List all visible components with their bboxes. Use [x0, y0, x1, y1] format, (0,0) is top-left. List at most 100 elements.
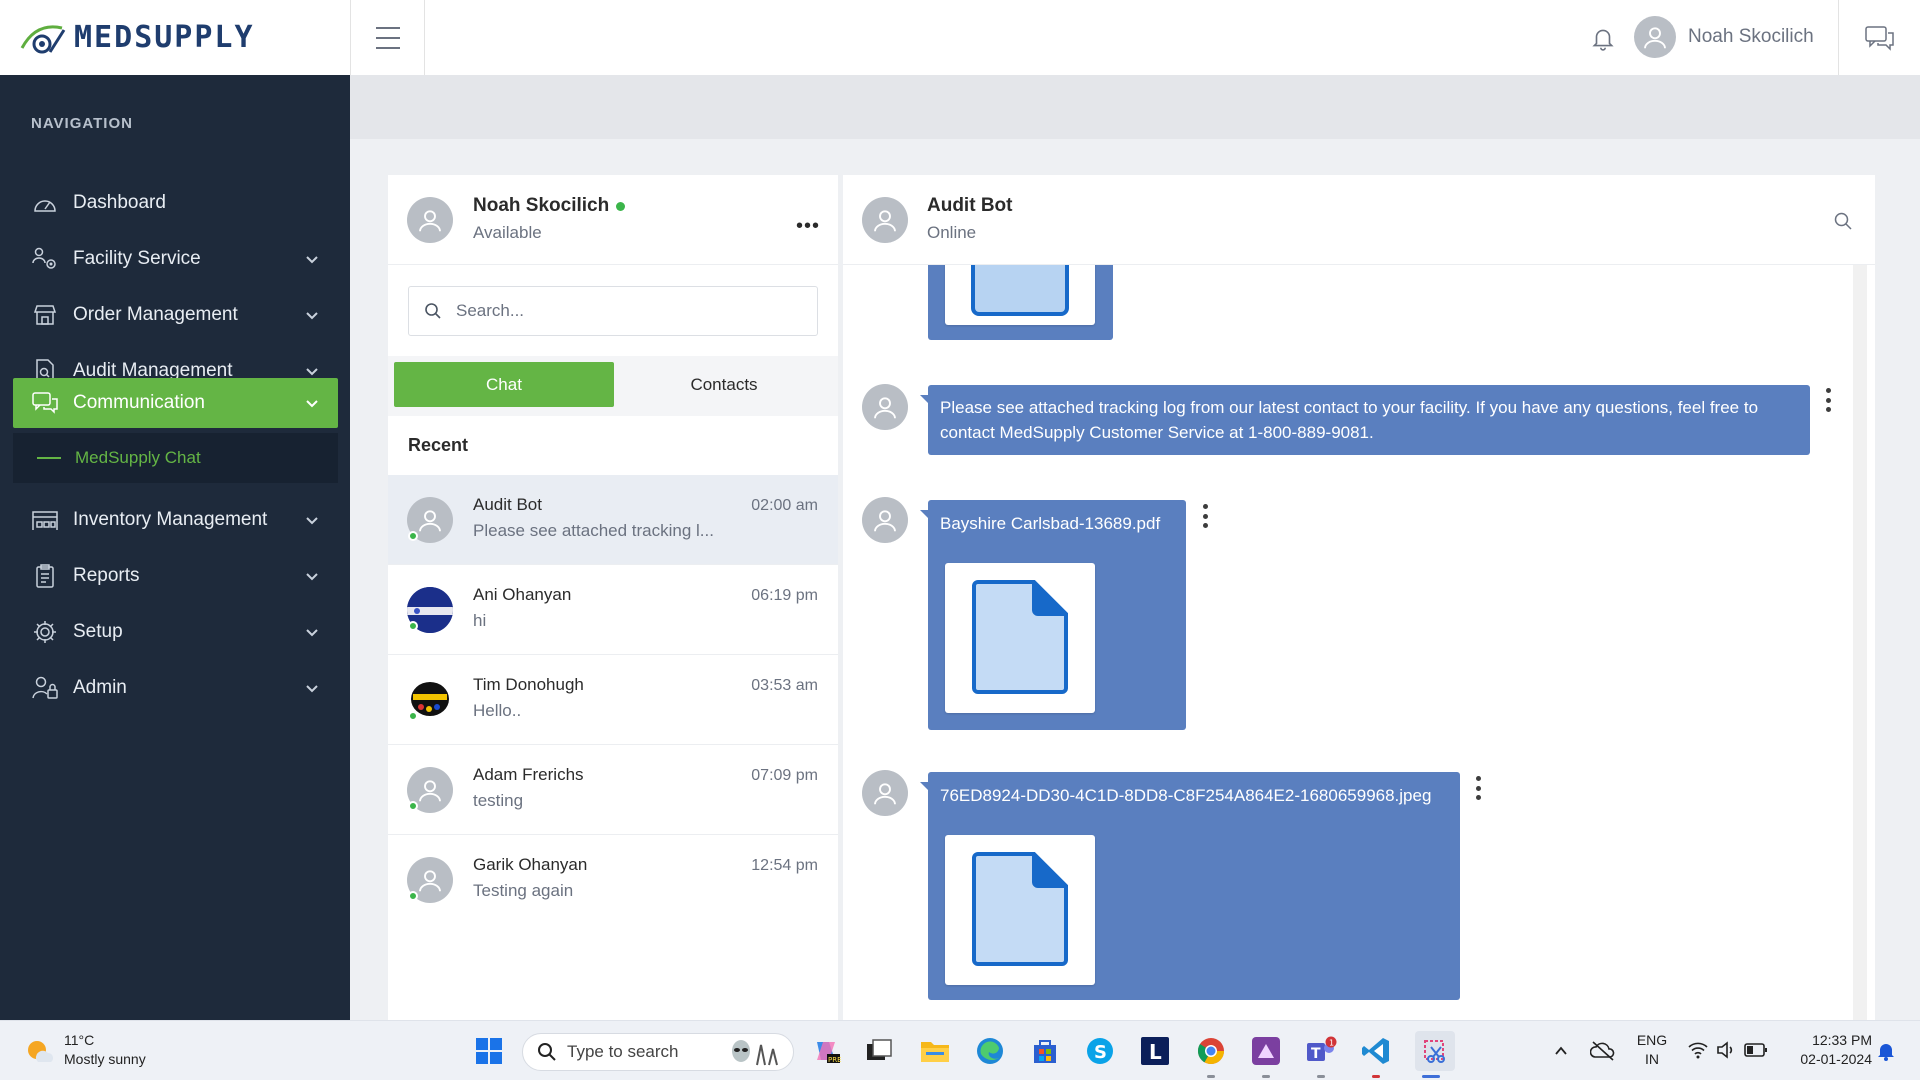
svg-text:S: S: [1094, 1042, 1107, 1063]
user-icon: [874, 397, 896, 419]
bell-icon[interactable]: [1590, 25, 1616, 51]
weather-desc: Mostly sunny: [64, 1051, 146, 1067]
online-status-dot: [616, 201, 626, 211]
microsoft-store-icon[interactable]: [1029, 1035, 1061, 1067]
wifi-icon[interactable]: [1688, 1041, 1708, 1059]
windows-start-icon[interactable]: [473, 1035, 505, 1067]
message-options-button[interactable]: [1200, 504, 1210, 528]
vscode-icon[interactable]: [1360, 1035, 1392, 1067]
document-icon: [972, 852, 1068, 966]
snipping-tool-icon[interactable]: [1415, 1031, 1455, 1071]
file-name-link[interactable]: Bayshire Carlsbad-13689.pdf: [940, 514, 1160, 534]
file-thumbnail[interactable]: [945, 255, 1095, 325]
online-status-dot: [408, 621, 418, 631]
menu-toggle-button[interactable]: [350, 0, 425, 75]
conversation-time: 07:09 pm: [751, 767, 818, 784]
chat-tabs: Chat Contacts: [388, 356, 838, 416]
bubble-tail: [920, 395, 928, 403]
chevron-down-icon: [306, 368, 318, 376]
chrome-icon[interactable]: [1195, 1035, 1227, 1067]
chevron-up-icon[interactable]: [1553, 1043, 1569, 1059]
running-indicator: [1317, 1075, 1325, 1078]
chat-toggle-button[interactable]: [1838, 0, 1920, 75]
sidebar-item-inventory-management[interactable]: Inventory Management: [13, 495, 338, 545]
edge-browser-icon[interactable]: [974, 1035, 1006, 1067]
skype-icon[interactable]: S: [1084, 1035, 1116, 1067]
user-name: Noah Skocilich: [1688, 26, 1814, 47]
search-input[interactable]: [456, 301, 796, 321]
conversation-name: Adam Frerichs: [473, 765, 584, 784]
l-app-icon[interactable]: L: [1139, 1035, 1171, 1067]
copilot-icon[interactable]: PRE: [810, 1035, 842, 1067]
user-icon: [419, 210, 441, 232]
conversation-item-audit-bot[interactable]: Audit Bot Please see attached tracking l…: [388, 475, 838, 565]
sidebar-item-setup[interactable]: Setup: [13, 607, 338, 657]
sidebar-item-dashboard[interactable]: Dashboard: [13, 178, 338, 228]
sidebar-item-communication[interactable]: Communication: [13, 378, 338, 428]
logo[interactable]: MEDSUPPLY: [0, 0, 350, 75]
conversation-item-ani-ohanyan[interactable]: Ani Ohanyan hi 06:19 pm: [388, 565, 838, 655]
task-view-icon[interactable]: [863, 1035, 895, 1067]
onedrive-offline-icon[interactable]: [1590, 1039, 1616, 1063]
conversation-item-adam-frerichs[interactable]: Adam Frerichs testing 07:09 pm: [388, 745, 838, 835]
volume-icon[interactable]: [1716, 1041, 1736, 1059]
teams-badge: 1: [1329, 1039, 1334, 1048]
language-indicator[interactable]: ENG IN: [1634, 1031, 1670, 1069]
file-name-link[interactable]: 76ED8924-DD30-4C1D-8DD8-C8F254A864E2-168…: [940, 786, 1431, 806]
message-file-partial[interactable]: [928, 255, 1113, 340]
tab-contacts[interactable]: Contacts: [614, 362, 834, 407]
message-options-button[interactable]: [1473, 776, 1483, 800]
photo-app-icon[interactable]: [1250, 1035, 1282, 1067]
sidebar-item-reports[interactable]: Reports: [13, 551, 338, 601]
conversation-panel: Audit Bot Online Please see attached tra…: [843, 175, 1875, 1020]
message-options-button[interactable]: [1823, 388, 1833, 412]
message-text: Please see attached tracking log from ou…: [920, 385, 1810, 455]
conversation-name: Tim Donohugh: [473, 675, 584, 694]
conversation-name: Ani Ohanyan: [473, 585, 572, 604]
file-thumbnail[interactable]: [945, 835, 1095, 985]
file-thumbnail[interactable]: [945, 563, 1095, 713]
teams-icon[interactable]: T1: [1305, 1035, 1337, 1067]
weather-widget[interactable]: 11°C Mostly sunny: [24, 1031, 146, 1069]
file-explorer-icon[interactable]: [919, 1035, 951, 1067]
conversation-name: Garik Ohanyan: [473, 855, 588, 874]
weather-sun-icon: [28, 1041, 53, 1062]
more-options-button[interactable]: •••: [796, 215, 820, 238]
search-icon: [538, 1043, 556, 1061]
user-menu[interactable]: Noah Skocilich: [1634, 16, 1814, 58]
active-indicator: [1422, 1075, 1440, 1078]
sidebar-item-admin[interactable]: Admin: [13, 663, 338, 713]
tab-chat[interactable]: Chat: [394, 362, 614, 407]
sidebar-item-facility-service[interactable]: Facility Service: [13, 234, 338, 284]
avatar: [862, 770, 908, 816]
user-icon: [419, 510, 441, 532]
running-indicator: [1372, 1075, 1380, 1078]
clock-date: 02-01-2024: [1800, 1051, 1872, 1067]
users-cog-icon: [31, 245, 59, 273]
conversation-item-tim-donohugh[interactable]: Tim Donohugh Hello.. 03:53 am: [388, 655, 838, 745]
search-icon[interactable]: [1833, 211, 1853, 231]
conversation-header: Audit Bot Online: [843, 175, 1875, 265]
taskbar-search-input[interactable]: [567, 1042, 717, 1062]
logo-med: MED: [74, 20, 135, 55]
sidebar-item-label: Facility Service: [73, 248, 201, 269]
user-icon: [419, 780, 441, 802]
battery-icon[interactable]: [1744, 1042, 1768, 1058]
taskbar-search[interactable]: [522, 1033, 794, 1071]
chat-search[interactable]: [408, 286, 818, 336]
sidebar-subitem-medsupply-chat[interactable]: MedSupply Chat: [13, 433, 338, 483]
conversation-item-garik-ohanyan[interactable]: Garik Ohanyan Testing again 12:54 pm: [388, 835, 838, 925]
clock[interactable]: 12:33 PM 02-01-2024: [1782, 1031, 1872, 1069]
bubble-tail: [920, 510, 928, 518]
chevron-down-icon: [306, 685, 318, 693]
online-status-dot: [408, 891, 418, 901]
avatar: [862, 197, 908, 243]
language-code: ENG: [1636, 1032, 1668, 1048]
notification-bell-icon[interactable]: [1876, 1041, 1896, 1061]
chevron-down-icon: [306, 400, 318, 408]
sidebar-item-order-management[interactable]: Order Management: [13, 290, 338, 340]
document-icon: [972, 580, 1068, 694]
messages-scrollbar[interactable]: [1853, 265, 1867, 1020]
current-user-status: Available: [473, 223, 542, 242]
user-icon: [874, 210, 896, 232]
